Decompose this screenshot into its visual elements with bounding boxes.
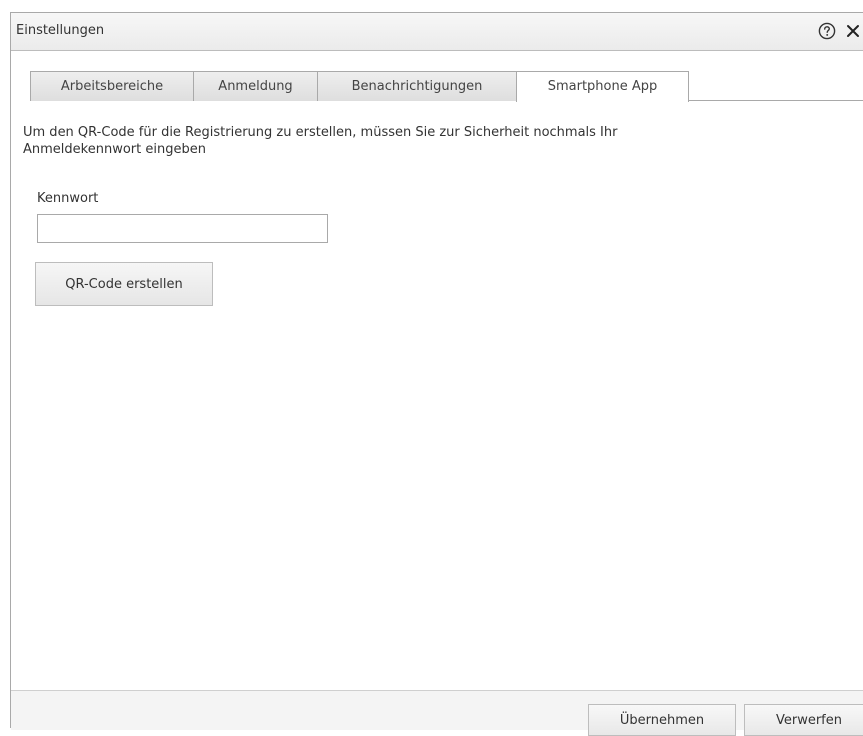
password-label: Kennwort xyxy=(37,191,99,206)
close-icon[interactable] xyxy=(845,23,861,39)
dialog-footer: Übernehmen Verwerfen xyxy=(11,690,863,736)
password-input[interactable] xyxy=(37,214,328,243)
dialog-titlebar: Einstellungen xyxy=(11,13,863,51)
instruction-line-2: Anmeldekennwort eingeben xyxy=(23,142,206,157)
create-qr-code-button[interactable]: QR-Code erstellen xyxy=(35,262,213,306)
instruction-line-1: Um den QR-Code für die Registrierung zu … xyxy=(23,125,618,140)
apply-button[interactable]: Übernehmen xyxy=(588,704,736,736)
tab-benachrichtigungen[interactable]: Benachrichtigungen xyxy=(317,71,517,101)
tab-smartphone-app[interactable]: Smartphone App xyxy=(516,71,689,102)
dialog-title: Einstellungen xyxy=(16,23,105,38)
discard-button[interactable]: Verwerfen xyxy=(744,704,863,736)
settings-dialog: Einstellungen Arbeitsbereiche Anmeldung … xyxy=(10,12,863,736)
tab-anmeldung[interactable]: Anmeldung xyxy=(193,71,318,101)
help-circle-icon[interactable] xyxy=(818,22,836,40)
qr-instruction-text: Um den QR-Code für die Registrierung zu … xyxy=(23,124,823,158)
tab-arbeitsbereiche[interactable]: Arbeitsbereiche xyxy=(30,71,194,101)
settings-tabbar: Arbeitsbereiche Anmeldung Benachrichtigu… xyxy=(30,71,863,102)
